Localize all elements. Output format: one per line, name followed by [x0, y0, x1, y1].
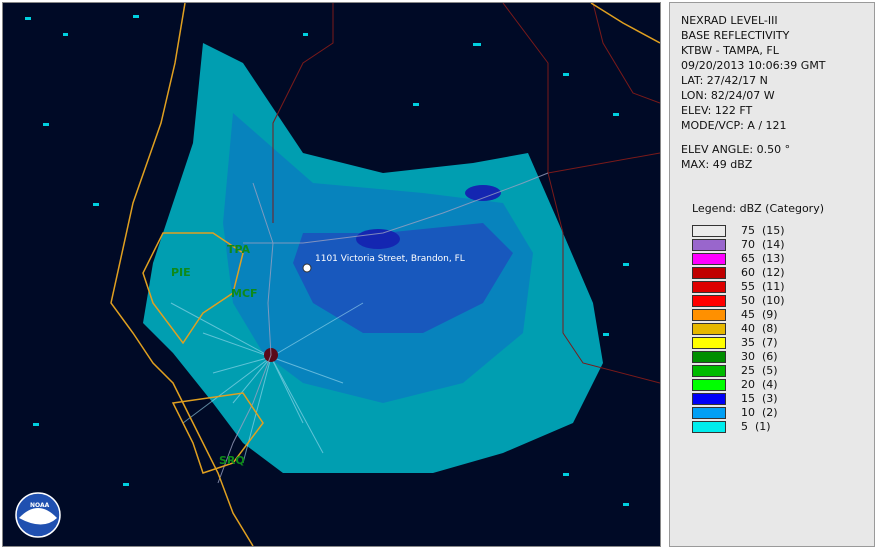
legend-swatch	[692, 407, 726, 419]
legend-label: 25 (5)	[741, 364, 778, 377]
legend-label: 60 (12)	[741, 266, 785, 279]
legend-swatch	[692, 337, 726, 349]
marker-label: 1101 Victoria Street, Brandon, FL	[315, 254, 465, 264]
legend-swatch	[692, 309, 726, 321]
max-reflectivity: MAX: 49 dBZ	[681, 158, 753, 171]
legend-label: 35 (7)	[741, 336, 778, 349]
legend-label: 30 (6)	[741, 350, 778, 363]
legend-swatch	[692, 379, 726, 391]
legend-label: 45 (9)	[741, 308, 778, 321]
city-label-mcf: MCF	[231, 287, 258, 300]
legend-label: 15 (3)	[741, 392, 778, 405]
scan-datetime: 09/20/2013 10:06:39 GMT	[681, 59, 826, 72]
city-label-srq: SRQ	[219, 454, 245, 467]
legend-label: 65 (13)	[741, 252, 785, 265]
legend-swatch	[692, 421, 726, 433]
legend-label: 75 (15)	[741, 224, 785, 237]
product-title: NEXRAD LEVEL-III	[681, 14, 778, 27]
legend-swatch	[692, 267, 726, 279]
latitude: LAT: 27/42/17 N	[681, 74, 768, 87]
legend-label: 70 (14)	[741, 238, 785, 251]
legend-swatch	[692, 295, 726, 307]
legend-swatch	[692, 351, 726, 363]
legend-swatch	[692, 323, 726, 335]
pin-icon	[302, 263, 312, 273]
legend-label: 5 (1)	[741, 420, 771, 433]
legend-label: 40 (8)	[741, 322, 778, 335]
legend-title: Legend: dBZ (Category)	[692, 202, 824, 215]
elevation: ELEV: 122 FT	[681, 104, 753, 117]
legend-swatch	[692, 393, 726, 405]
legend-swatch	[692, 253, 726, 265]
elevation-angle: ELEV ANGLE: 0.50 °	[681, 143, 791, 156]
longitude: LON: 82/24/07 W	[681, 89, 775, 102]
legend-swatch	[692, 281, 726, 293]
mode-vcp: MODE/VCP: A / 121	[681, 119, 787, 132]
noaa-logo-icon: NOAA	[15, 492, 61, 538]
legend-swatch	[692, 239, 726, 251]
legend-label: 55 (11)	[741, 280, 785, 293]
product-type: BASE REFLECTIVITY	[681, 29, 790, 42]
legend-label: 50 (10)	[741, 294, 785, 307]
info-panel: NEXRAD LEVEL-III BASE REFLECTIVITY KTBW …	[669, 2, 875, 547]
noaa-logo-text: NOAA	[30, 502, 50, 509]
legend-label: 20 (4)	[741, 378, 778, 391]
city-label-tpa: TPA	[227, 243, 251, 256]
legend-swatch	[692, 365, 726, 377]
legend-swatch	[692, 225, 726, 237]
city-label-pie: PIE	[171, 266, 191, 279]
radar-map[interactable]: TPA PIE MCF SRQ 1101 Victoria Street, Br…	[2, 2, 661, 547]
station-name: KTBW - TAMPA, FL	[681, 44, 779, 57]
legend-label: 10 (2)	[741, 406, 778, 419]
